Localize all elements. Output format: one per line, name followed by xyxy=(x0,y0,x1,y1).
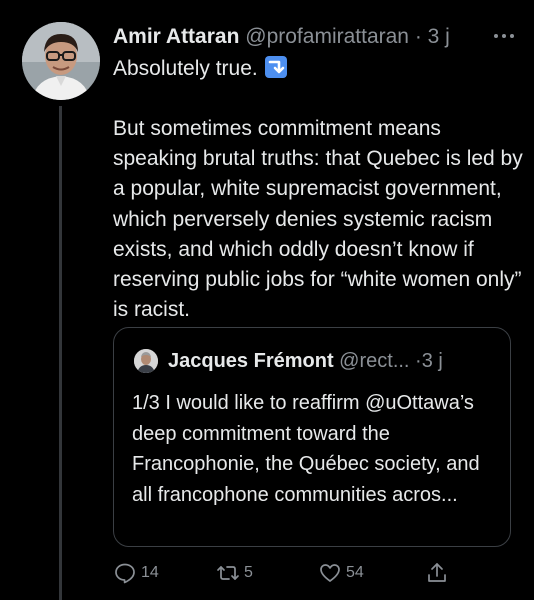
heart-icon xyxy=(320,564,340,582)
reply-icon xyxy=(115,563,135,584)
retweet-button[interactable]: 5 xyxy=(216,558,253,588)
share-button[interactable] xyxy=(425,558,449,588)
tweet-header: Amir Attaran @profamirattaran · 3 j xyxy=(113,22,450,52)
quoted-author-name[interactable]: Jacques Frémont xyxy=(168,350,334,372)
quoted-tweet-header: Jacques Frémont @rect... ·3 j xyxy=(168,347,443,375)
tweet-body: But sometimes commitment means speaking … xyxy=(113,117,523,322)
share-icon xyxy=(428,563,446,582)
like-count: 54 xyxy=(346,564,364,581)
quoted-author-handle[interactable]: @rect... xyxy=(339,350,409,372)
quoted-tweet-text: 1/3 I would like to reaffirm @uOttawa’s … xyxy=(132,392,480,506)
quoted-author-avatar[interactable] xyxy=(134,349,158,373)
author-avatar[interactable] xyxy=(22,22,100,100)
tweet-first-line: Absolutely true. xyxy=(113,54,288,84)
author-handle[interactable]: @profamirattaran xyxy=(245,25,409,48)
retweet-count: 5 xyxy=(244,564,253,581)
retweet-icon xyxy=(217,566,239,580)
author-avatar-image xyxy=(22,22,100,100)
author-name[interactable]: Amir Attaran xyxy=(113,25,239,48)
quoted-header-separator: · xyxy=(415,350,422,372)
header-separator: · xyxy=(414,25,422,48)
more-horizontal-icon[interactable] xyxy=(490,26,518,46)
reply-button[interactable]: 14 xyxy=(113,558,159,588)
tweet-timestamp[interactable]: 3 j xyxy=(428,25,450,48)
thread-line xyxy=(59,106,62,600)
like-button[interactable]: 54 xyxy=(318,558,364,588)
quoted-tweet-timestamp[interactable]: 3 j xyxy=(422,350,443,372)
arrow-down-right-emoji-icon xyxy=(264,55,288,79)
reply-count: 14 xyxy=(141,564,159,581)
tweet-first-line-text: Absolutely true. xyxy=(113,57,258,80)
tweet-actions: 14 5 54 xyxy=(113,558,523,588)
quoted-tweet-card[interactable]: Jacques Frémont @rect... ·3 j 1/3 I woul… xyxy=(113,327,511,547)
tweet[interactable]: Amir Attaran @profamirattaran · 3 j Abso… xyxy=(0,0,534,600)
